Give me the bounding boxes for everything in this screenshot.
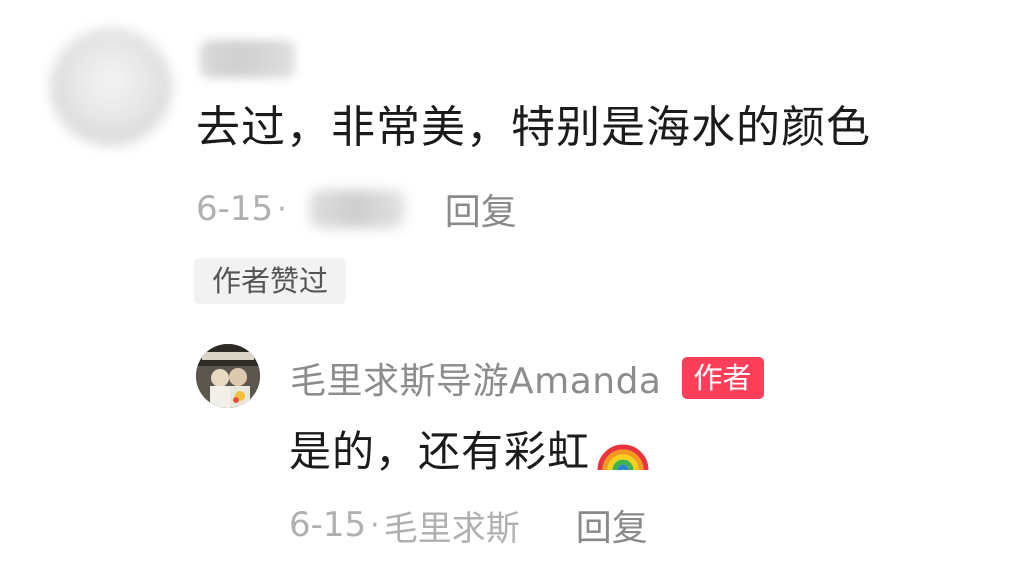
comment-meta: 6-15 · 回复 <box>196 184 517 234</box>
reply-text-row: 是的，还有彩虹 <box>289 418 652 478</box>
blurred-avatar[interactable] <box>50 28 172 146</box>
reply-date: 6-15 <box>289 505 367 545</box>
reply-header: 毛里求斯导游Amanda 作者 <box>290 352 764 404</box>
author-avatar[interactable] <box>196 344 260 408</box>
reply-text: 是的，还有彩虹 <box>289 426 591 476</box>
meta-separator: · <box>277 191 287 227</box>
reply-location: 毛里求斯 <box>383 508 520 549</box>
rainbow-icon <box>594 424 652 472</box>
reply-meta: 6-15 · 毛里求斯 回复 <box>289 500 648 550</box>
blurred-location <box>308 190 405 228</box>
comment-thread: 去过，非常美，特别是海水的颜色 6-15 · 回复 作者赞过 毛里求斯导游Ama… <box>0 0 1024 581</box>
reply-username[interactable]: 毛里求斯导游Amanda <box>290 352 662 404</box>
reply-button[interactable]: 回复 <box>445 183 517 235</box>
blurred-username[interactable] <box>200 40 295 78</box>
meta-separator: · <box>370 507 380 543</box>
avatar-photo-icon <box>196 344 260 408</box>
comment-text: 去过，非常美，特别是海水的颜色 <box>196 102 871 153</box>
author-tag: 作者 <box>681 357 764 399</box>
author-liked-badge: 作者赞过 <box>194 258 347 304</box>
reply-button[interactable]: 回复 <box>576 499 648 551</box>
comment-date: 6-15 <box>196 189 274 229</box>
